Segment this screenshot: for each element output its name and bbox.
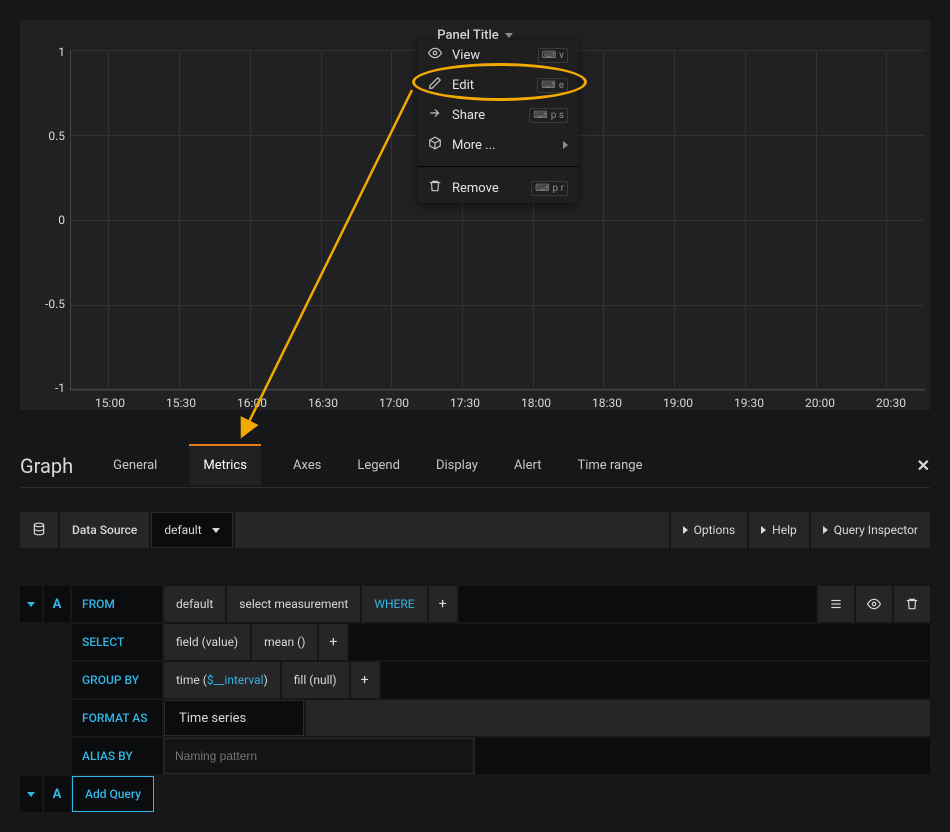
spacer xyxy=(459,586,816,622)
menu-label: View xyxy=(452,48,528,63)
chevron-right-icon xyxy=(761,526,766,534)
select-field-segment[interactable]: field (value) xyxy=(164,624,250,660)
tab-legend[interactable]: Legend xyxy=(353,446,404,485)
query-delete-button[interactable] xyxy=(894,586,930,622)
alias-input[interactable] xyxy=(164,738,474,774)
groupby-add-button[interactable]: + xyxy=(351,662,379,698)
spacer xyxy=(306,700,930,736)
menu-label: Edit xyxy=(452,78,527,93)
menu-label: Share xyxy=(452,108,519,123)
keyboard-shortcut: ⌨ v xyxy=(538,48,568,63)
spacer xyxy=(20,700,70,736)
editor-title: Graph xyxy=(20,454,73,478)
spacer xyxy=(20,738,70,774)
menu-label: Remove xyxy=(452,181,521,196)
cube-icon xyxy=(428,136,442,154)
editor-header: Graph General Metrics Axes Legend Displa… xyxy=(20,444,930,488)
add-query-button[interactable]: Add Query xyxy=(72,776,154,812)
tab-time-range[interactable]: Time range xyxy=(573,446,646,485)
chevron-right-icon xyxy=(563,141,568,149)
y-tick: 0 xyxy=(20,213,65,227)
select-add-button[interactable]: + xyxy=(319,624,347,660)
groupby-fill-segment[interactable]: fill (null) xyxy=(282,662,349,698)
query-inspector-button[interactable]: Query Inspector xyxy=(811,512,930,548)
menu-remove[interactable]: Remove ⌨ p r xyxy=(418,173,578,203)
spacer xyxy=(235,512,669,548)
tab-metrics[interactable]: Metrics xyxy=(189,444,261,485)
keyboard-shortcut: ⌨ p s xyxy=(529,108,568,123)
from-label: FROM xyxy=(72,586,162,622)
menu-label: More ... xyxy=(452,138,553,153)
spacer xyxy=(20,624,70,660)
spacer xyxy=(20,662,70,698)
alias-label: ALIAS BY xyxy=(72,738,162,774)
tab-general[interactable]: General xyxy=(109,446,161,485)
keyboard-shortcut: ⌨ e xyxy=(537,78,568,93)
y-tick: 0.5 xyxy=(20,129,65,143)
panel-context-menu: View ⌨ v Edit ⌨ e Share ⌨ p s More ... R… xyxy=(418,40,578,203)
query-letter[interactable]: A xyxy=(44,586,70,622)
keyboard-shortcut: ⌨ p r xyxy=(531,181,568,196)
datasource-row: Data Source default Options Help Query I… xyxy=(20,512,930,548)
trash-icon xyxy=(428,179,442,197)
query-menu-button[interactable] xyxy=(818,586,854,622)
chevron-down-icon xyxy=(505,33,513,38)
datasource-picker[interactable]: default xyxy=(151,512,232,548)
x-tick: 17:00 xyxy=(379,396,409,410)
select-label: SELECT xyxy=(72,624,162,660)
chevron-down-icon xyxy=(212,528,220,533)
database-icon xyxy=(32,522,46,539)
where-add-button[interactable]: + xyxy=(429,586,457,622)
groupby-time-segment[interactable]: time ($__interval) xyxy=(164,662,280,698)
x-tick: 17:30 xyxy=(450,396,480,410)
eye-icon xyxy=(428,46,442,64)
from-default-segment[interactable]: default xyxy=(164,586,225,622)
close-icon[interactable]: ✕ xyxy=(917,456,930,475)
options-button[interactable]: Options xyxy=(671,512,748,548)
spacer xyxy=(476,738,930,774)
share-icon xyxy=(428,106,442,124)
spacer xyxy=(349,624,930,660)
spacer xyxy=(381,662,930,698)
query-collapse-toggle[interactable] xyxy=(20,586,42,622)
x-tick: 19:00 xyxy=(663,396,693,410)
chevron-right-icon xyxy=(823,526,828,534)
y-tick: 1 xyxy=(20,45,65,59)
x-tick: 20:30 xyxy=(876,396,906,410)
datasource-icon-segment xyxy=(20,512,58,548)
menu-share[interactable]: Share ⌨ p s xyxy=(418,100,578,130)
query-toggle-visibility[interactable] xyxy=(856,586,892,622)
tab-display[interactable]: Display xyxy=(432,446,482,485)
x-tick: 15:00 xyxy=(95,396,125,410)
query-collapse-toggle[interactable] xyxy=(20,776,42,812)
menu-view[interactable]: View ⌨ v xyxy=(418,40,578,70)
x-tick: 18:30 xyxy=(592,396,622,410)
edit-icon xyxy=(428,76,442,94)
from-measurement-segment[interactable]: select measurement xyxy=(227,586,360,622)
query-letter[interactable]: A xyxy=(44,776,70,812)
menu-more[interactable]: More ... xyxy=(418,130,578,160)
x-tick: 15:30 xyxy=(166,396,196,410)
y-tick: -1 xyxy=(20,381,65,395)
where-label: WHERE xyxy=(362,586,426,622)
chevron-right-icon xyxy=(683,526,688,534)
x-tick: 20:00 xyxy=(805,396,835,410)
format-label: FORMAT AS xyxy=(72,700,162,736)
y-tick: -0.5 xyxy=(20,297,65,311)
tab-alert[interactable]: Alert xyxy=(510,446,546,485)
datasource-label: Data Source xyxy=(60,512,149,548)
select-mean-segment[interactable]: mean () xyxy=(252,624,317,660)
menu-edit[interactable]: Edit ⌨ e xyxy=(418,70,578,100)
x-tick: 16:00 xyxy=(237,396,267,410)
help-button[interactable]: Help xyxy=(749,512,809,548)
x-tick: 16:30 xyxy=(308,396,338,410)
x-tick: 18:00 xyxy=(521,396,551,410)
query-editor: A FROM default select measurement WHERE … xyxy=(20,586,930,814)
menu-separator xyxy=(418,166,578,167)
x-tick: 19:30 xyxy=(734,396,764,410)
groupby-label: GROUP BY xyxy=(72,662,162,698)
tab-axes[interactable]: Axes xyxy=(289,446,325,485)
format-select[interactable]: Time series xyxy=(164,700,304,736)
